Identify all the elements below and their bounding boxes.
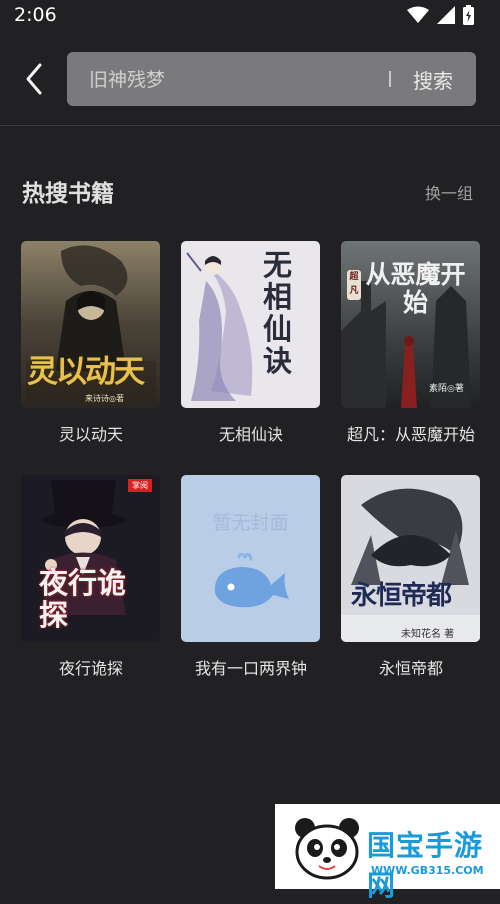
refresh-button[interactable]: 换一组 [425,180,473,204]
book-cover[interactable]: 无相仙诀 [181,241,320,408]
search-input[interactable] [87,52,371,108]
book-title: 无相仙诀 [218,425,283,444]
book-item[interactable]: 无相仙诀 无相仙诀 [181,241,321,445]
cover-title-text: 夜行诡探 [39,566,127,632]
book-title: 夜行诡探 [58,659,123,678]
cover-author-text: 素陌◎著 [429,384,464,394]
status-bar: 2:06 [0,0,500,34]
placeholder-text: 暂无封面 [212,512,289,534]
status-icons [407,5,474,25]
panda-logo [295,818,359,880]
book-cover[interactable]: 超凡 从恶魔开始 素陌◎著 [341,241,480,408]
book-cover[interactable]: 灵以动天 来诗诗◎著 [21,241,160,408]
cover-badge: 超凡 [347,270,361,300]
book-item[interactable]: 暂无封面 我有一口两界钟 [181,475,321,679]
signal-icon [437,6,455,24]
cover-author-text: 未知花名 著 [401,629,455,640]
battery-icon [463,5,474,25]
cover-title-text: 从恶魔开始 [365,260,466,317]
cover-badge: 掌阅 [128,479,152,492]
book-title: 永恒帝都 [378,659,443,678]
search-button[interactable]: 搜索 [413,65,453,94]
book-title: 超凡：从恶魔开始 [346,425,475,444]
cover-title-text: 永恒帝都 [351,581,452,611]
book-cover[interactable]: 掌阅 夜行诡探 [21,475,160,642]
book-cover-placeholder[interactable]: 暂无封面 [181,475,320,642]
status-time: 2:06 [14,4,57,26]
watermark: 国宝手游网 WWW.GB315.COM [275,804,500,902]
cover-title-text: 无相仙诀 [263,248,293,378]
cover-title-text: 灵以动天 [27,354,145,390]
cover-author-text: 来诗诗◎著 [85,394,124,403]
book-item[interactable]: 永恒帝都 未知花名 著 永恒帝都 [341,475,481,679]
watermark-url: WWW.GB315.COM [371,864,484,877]
search-divider [389,71,391,87]
book-item[interactable]: 灵以动天 来诗诗◎著 灵以动天 [21,241,161,445]
book-item[interactable]: 掌阅 夜行诡探 夜行诡探 [21,475,161,679]
search-box: 搜索 [67,52,476,108]
book-title: 我有一口两界钟 [194,659,307,678]
whale-icon [214,553,289,608]
book-cover[interactable]: 永恒帝都 未知花名 著 [341,475,480,642]
wifi-icon [407,6,429,23]
back-button[interactable] [18,62,52,96]
book-item[interactable]: 超凡 从恶魔开始 素陌◎著 超凡：从恶魔开始 [341,241,481,445]
hot-books-title: 热搜书籍 [22,181,114,207]
back-arrow-icon [26,63,42,95]
book-title: 灵以动天 [58,425,123,444]
header-divider [0,125,500,126]
search-row: 搜索 [0,50,500,108]
